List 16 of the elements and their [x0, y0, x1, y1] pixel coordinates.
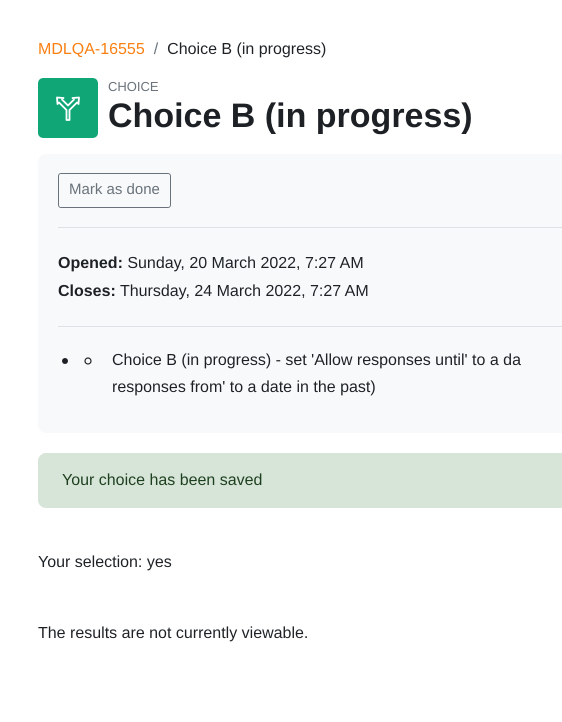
date-line: Closes: Thursday, 24 March 2022, 7:27 AM [58, 282, 370, 302]
choice-activity-icon [38, 78, 98, 138]
date-line: Opened: Sunday, 20 March 2022, 7:27 AM [58, 254, 365, 274]
description-text: responses from' to a date in the past) [112, 378, 377, 398]
bullet-icon [84, 357, 92, 365]
alert-text: Your choice has been saved [62, 470, 262, 490]
breadcrumb-separator: / [154, 40, 158, 60]
module-type-label: CHOICE [108, 79, 160, 95]
breadcrumb-link[interactable]: MDLQA-16555 [38, 38, 145, 62]
results-note: The results are not currently viewable. [38, 624, 310, 644]
description-text: Choice B (in progress) - set 'Allow responses until' to a da [112, 351, 521, 371]
selection-text: Your selection: yes [38, 553, 173, 573]
page-title: Choice B (in progress) [108, 96, 473, 137]
mark-as-done-button[interactable]: Mark as done [58, 173, 171, 208]
bullet-icon [62, 358, 68, 364]
breadcrumb-current: Choice B (in progress) [167, 40, 326, 60]
